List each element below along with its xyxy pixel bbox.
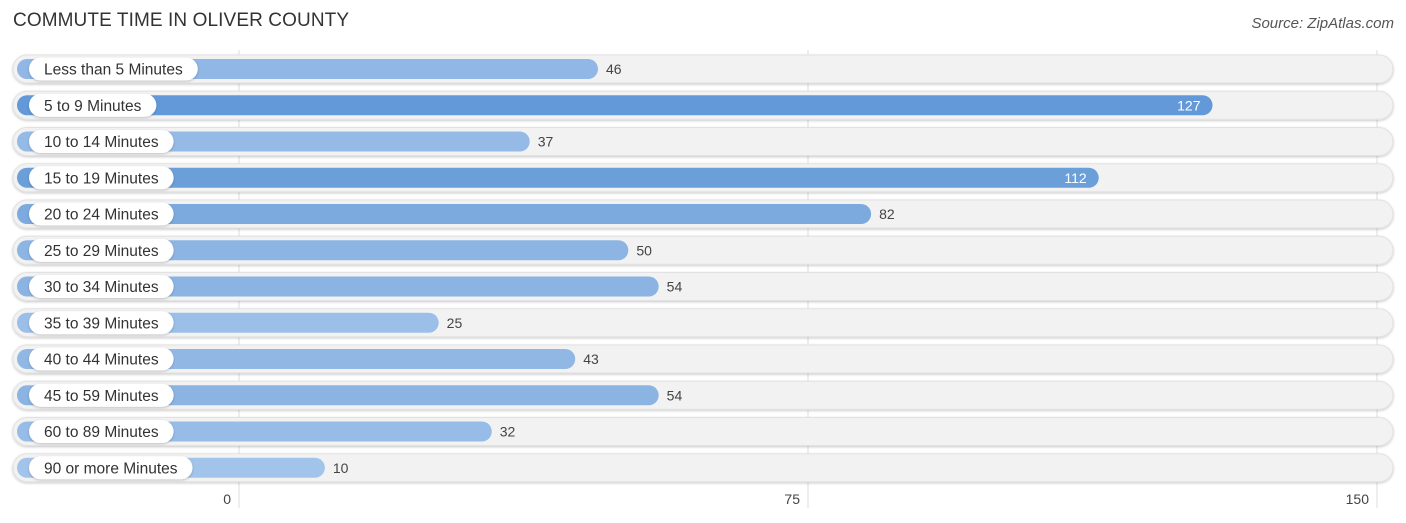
x-axis-ticks: 0 75 150 [223,491,1369,507]
value-label: 82 [879,206,895,222]
value-label: 32 [500,424,516,440]
bar-row: 10 to 14 Minutes 37 [12,127,1394,156]
bar-rows: Less than 5 Minutes 46 5 to 9 Minutes 127 10… [12,54,1394,483]
bar-row: 40 to 44 Minutes 43 [12,344,1394,374]
category-label: Less than 5 Minutes [44,62,183,79]
bar-row: Less than 5 Minutes 46 [12,54,1394,84]
bar-row: 5 to 9 Minutes 127 [12,90,1394,120]
category-label: 90 or more Minutes [44,460,178,477]
value-label: 37 [538,134,554,150]
value-label: 112 [1064,170,1087,186]
bar-row: 60 to 89 Minutes 32 [12,417,1394,446]
category-label: 20 to 24 Minutes [44,207,159,224]
bar-row: 35 to 39 Minutes 25 [12,308,1394,338]
value-label: 127 [1177,97,1201,113]
bar-row: 45 to 59 Minutes 54 [12,380,1394,410]
category-label: 40 to 44 Minutes [44,352,159,369]
value-label: 46 [606,61,622,77]
category-label: 35 to 39 Minutes [44,315,159,332]
x-tick-label: 0 [223,491,231,507]
category-label: 5 to 9 Minutes [44,98,142,115]
bar-row: 25 to 29 Minutes 50 [12,235,1394,265]
value-label: 50 [636,242,652,258]
bar-row: 20 to 24 Minutes 82 [12,199,1394,229]
category-label: 10 to 14 Minutes [44,134,159,151]
bar [17,95,1213,116]
value-label: 10 [333,460,349,476]
category-label: 60 to 89 Minutes [44,424,159,441]
x-tick-label: 150 [1346,491,1370,507]
value-label: 25 [447,315,463,331]
bar-row: 90 or more Minutes 10 [12,453,1394,483]
bar-chart: Less than 5 Minutes 46 5 to 9 Minutes 127 10… [12,50,1394,508]
category-label: 45 to 59 Minutes [44,388,159,405]
bar-row: 30 to 34 Minutes 54 [12,272,1394,301]
category-label: 25 to 29 Minutes [44,243,159,260]
value-label: 54 [667,279,683,295]
bar-row: 15 to 19 Minutes 112 [12,163,1394,193]
value-label: 43 [583,351,599,367]
value-label: 54 [667,387,683,403]
bar [17,167,1099,188]
category-label: 30 to 34 Minutes [44,279,159,296]
category-label: 15 to 19 Minutes [44,170,159,187]
x-tick-label: 75 [784,491,800,507]
